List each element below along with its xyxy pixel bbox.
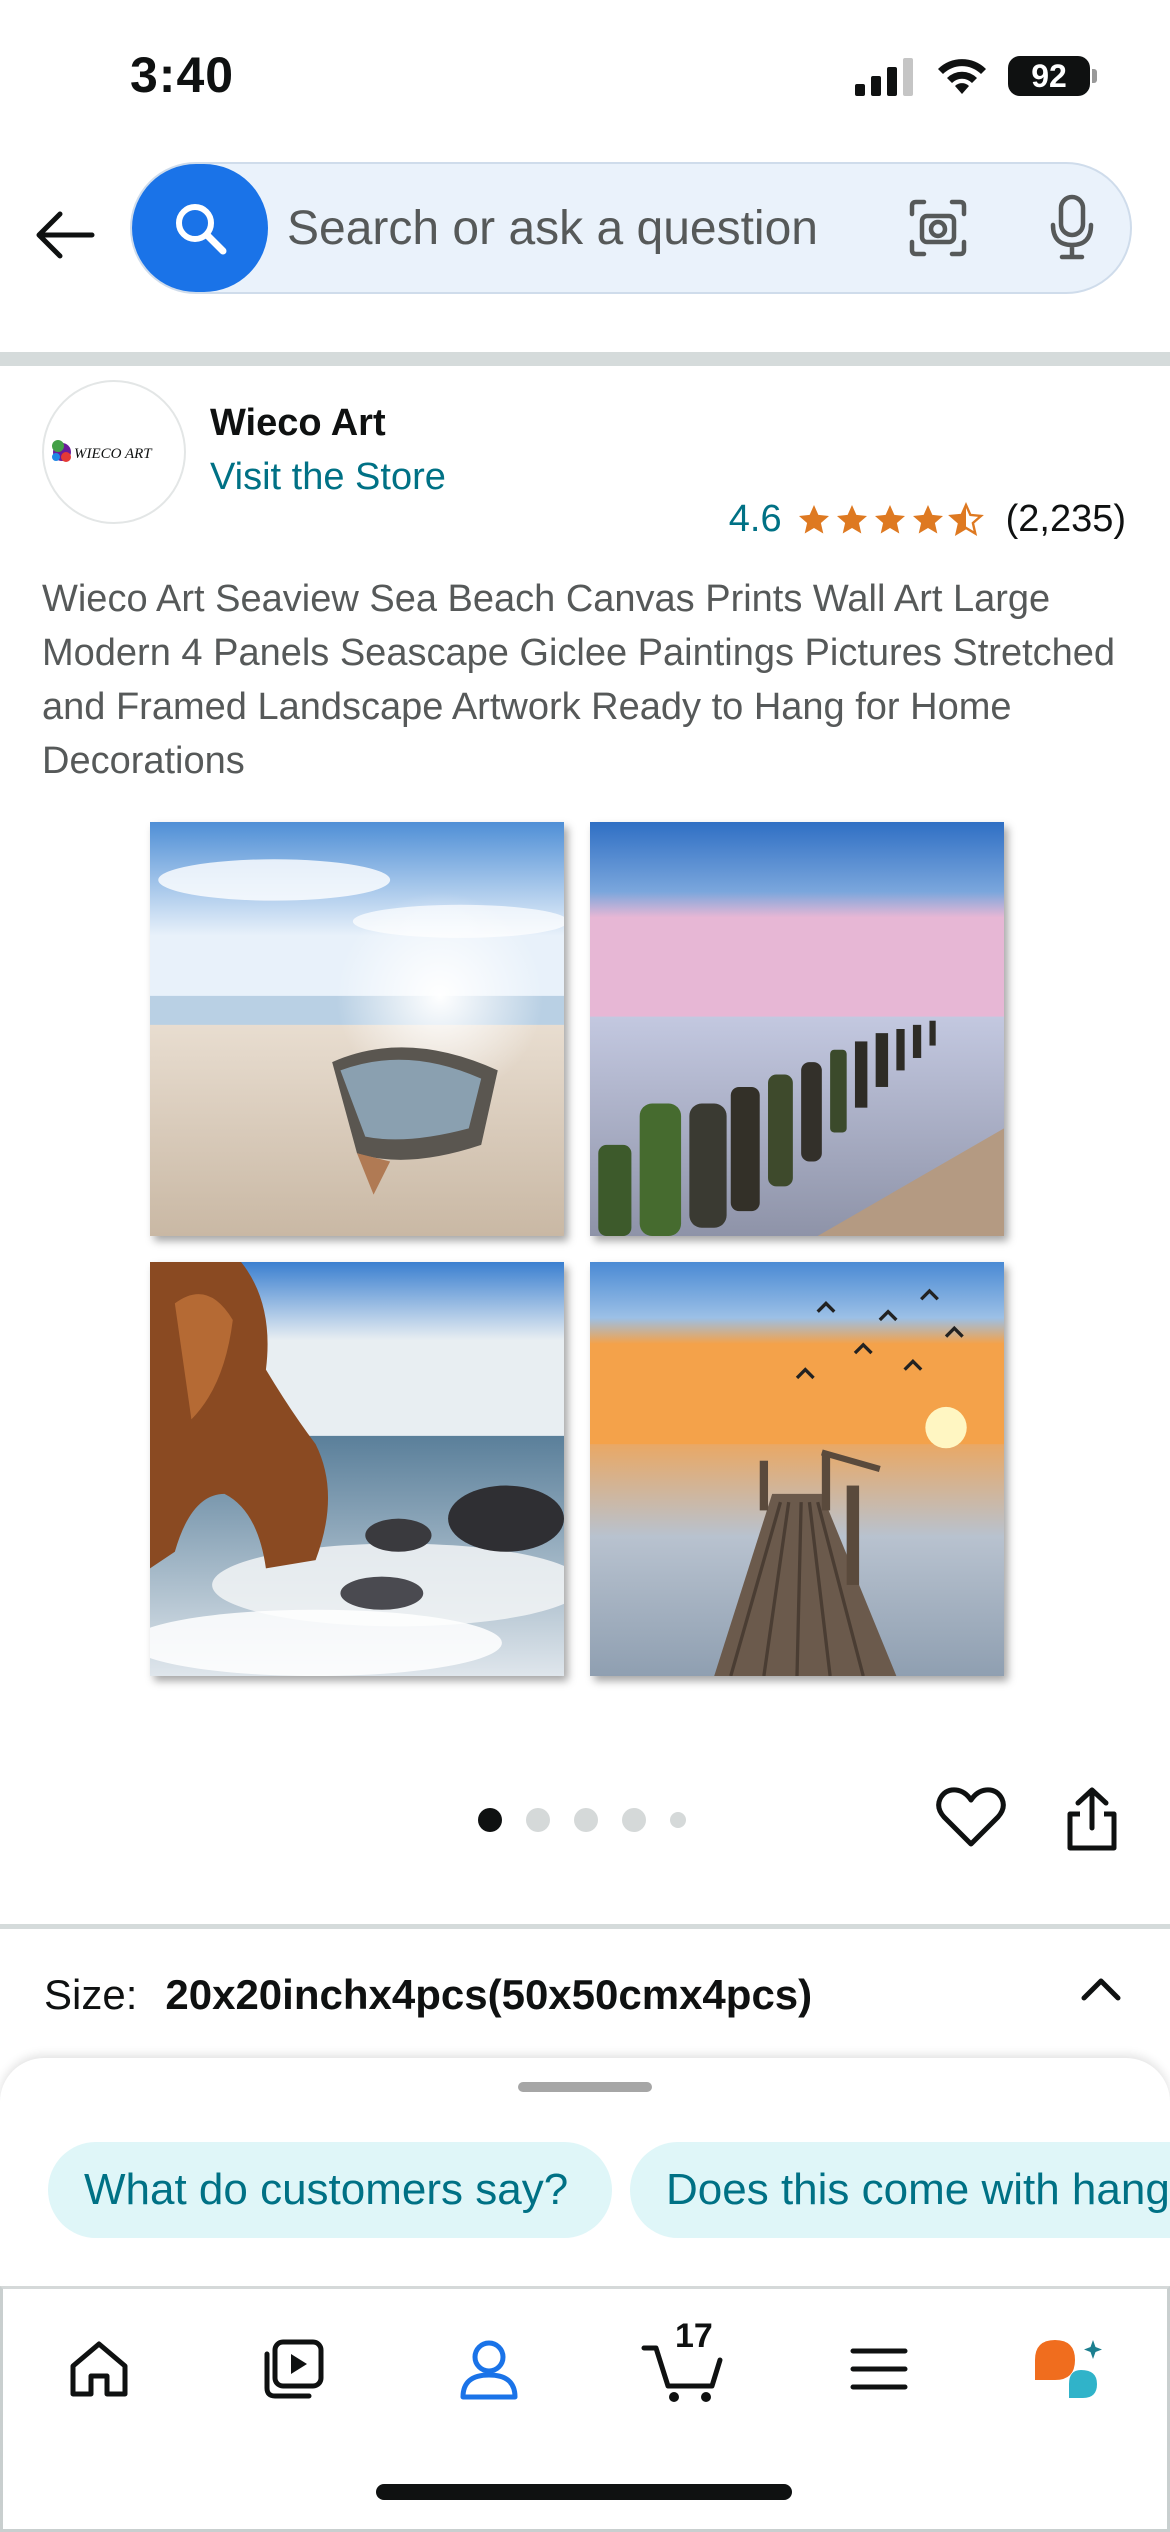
rufus-icon <box>1035 2340 1102 2398</box>
suggestion-chip[interactable]: Does this come with hang <box>630 2142 1170 2238</box>
microphone-icon <box>1050 194 1094 260</box>
camera-icon <box>909 199 967 257</box>
chevron-up-icon[interactable] <box>1078 1970 1124 2010</box>
size-label: Size: <box>44 1971 138 2018</box>
nav-video[interactable] <box>253 2329 333 2409</box>
search-input[interactable] <box>287 164 887 292</box>
svg-text:WIECO ART: WIECO ART <box>74 446 153 462</box>
add-to-list-button[interactable] <box>936 1786 1006 1850</box>
battery-indicator: 92 <box>1008 56 1090 96</box>
cellular-signal-icon <box>855 58 913 96</box>
home-indicator <box>376 2484 792 2500</box>
star-full-icon <box>798 504 829 533</box>
header-divider <box>0 352 1170 366</box>
wifi-icon <box>938 59 986 94</box>
video-icon <box>264 2339 324 2399</box>
star-full-icon <box>912 504 943 533</box>
product-image[interactable] <box>150 822 1016 1680</box>
voice-search-button[interactable] <box>1037 188 1107 268</box>
carousel-dots <box>478 1808 686 1832</box>
store-logo[interactable]: WIECO ART <box>42 380 186 524</box>
size-selector[interactable]: Size: 20x20inchx4pcs(50x50cmx4pcs) <box>44 1960 1134 2030</box>
search-button[interactable] <box>132 164 268 292</box>
nav-cart[interactable]: 17 <box>637 2317 733 2409</box>
share-icon <box>1067 1787 1117 1851</box>
battery-tip <box>1092 69 1097 83</box>
star-half-icon <box>947 501 984 536</box>
carousel-dot[interactable] <box>526 1808 550 1832</box>
rating-count: (2,235) <box>1005 498 1126 540</box>
panel-wooden-pier-sunset <box>590 1262 1004 1676</box>
wieco-art-logo: WIECO ART <box>52 440 153 462</box>
store-name: Wieco Art <box>210 402 386 444</box>
heart-icon <box>936 1787 1006 1847</box>
menu-icon <box>850 2348 908 2390</box>
nav-rufus[interactable] <box>1029 2329 1109 2409</box>
star-full-icon <box>836 504 867 533</box>
search-header <box>0 150 1170 355</box>
nav-menu[interactable] <box>839 2329 919 2409</box>
share-button[interactable] <box>1064 1786 1120 1852</box>
nav-home[interactable] <box>59 2329 139 2409</box>
panel-rock-arch-waves <box>150 1262 564 1676</box>
status-bar: 3:40 92 <box>0 0 1170 150</box>
section-divider <box>0 1924 1170 1929</box>
sheet-drag-handle[interactable] <box>518 2082 652 2092</box>
search-icon <box>176 204 227 255</box>
status-time: 3:40 <box>130 47 235 103</box>
panel-boat-on-beach <box>150 822 564 1236</box>
battery-level: 92 <box>1031 57 1067 94</box>
rating-row[interactable]: 4.6 (2,235) <box>729 498 1126 541</box>
product-title: Wieco Art Seaview Sea Beach Canvas Print… <box>42 578 1116 782</box>
search-bar <box>130 162 1132 294</box>
carousel-dot[interactable] <box>622 1808 646 1832</box>
visit-store-link[interactable]: Visit the Store <box>210 456 446 499</box>
star-rating <box>796 501 984 538</box>
star-full-icon <box>874 504 905 533</box>
camera-search-button[interactable] <box>902 192 974 264</box>
back-button[interactable] <box>30 200 100 270</box>
cart-count-badge: 17 <box>675 2317 713 2355</box>
nav-account[interactable] <box>449 2329 529 2409</box>
carousel-dot[interactable] <box>574 1808 598 1832</box>
panel-wooden-groynes-sea <box>590 822 1004 1236</box>
account-icon <box>460 2340 518 2400</box>
carousel-dot-active[interactable] <box>478 1808 502 1832</box>
arrow-left-icon <box>36 211 95 259</box>
carousel-dot[interactable] <box>670 1812 686 1828</box>
suggestions-sheet: What do customers say? Does this come wi… <box>0 2058 1170 2288</box>
rating-value: 4.6 <box>728 498 782 540</box>
home-icon <box>70 2341 128 2397</box>
suggestion-chip[interactable]: What do customers say? <box>48 2142 612 2238</box>
size-value: 20x20inchx4pcs(50x50cmx4pcs) <box>165 1971 813 2018</box>
